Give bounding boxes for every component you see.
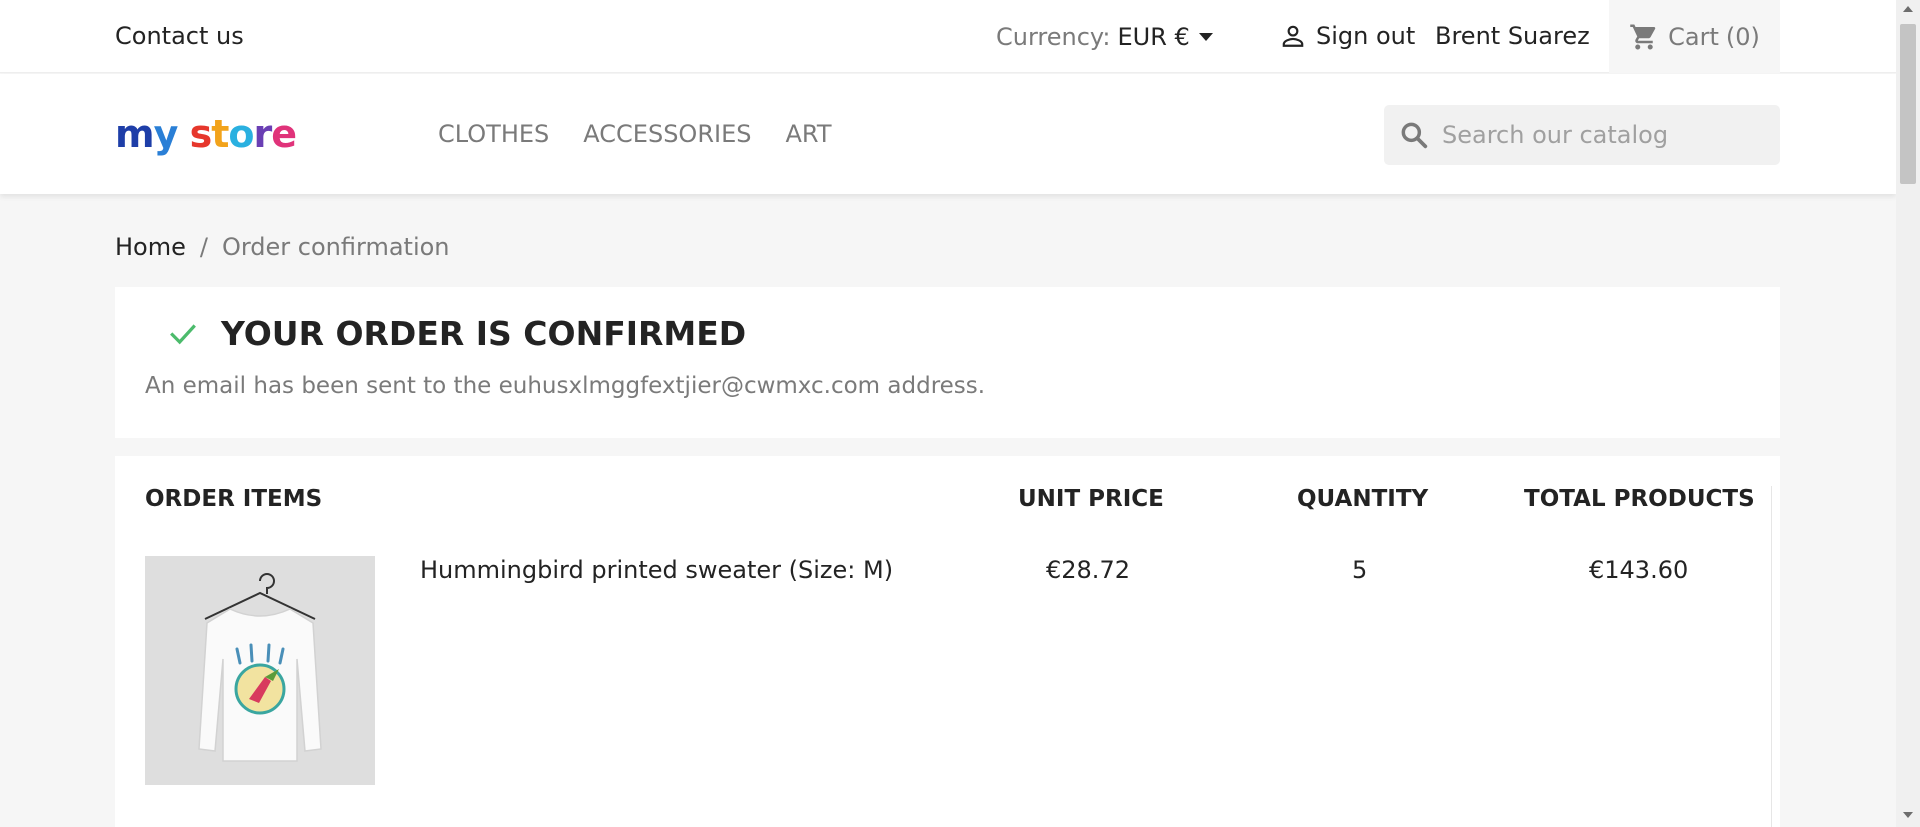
nav-item-accessories[interactable]: ACCESSORIES xyxy=(583,120,751,148)
search-input[interactable] xyxy=(1442,121,1762,149)
logo-letter: s xyxy=(189,112,213,156)
product-unit-price: €28.72 xyxy=(1046,556,1130,584)
top-bar: Contact us Currency: EUR € Sign out Bren… xyxy=(0,0,1896,73)
user-icon xyxy=(1282,25,1304,47)
nav-item-art[interactable]: ART xyxy=(785,120,831,148)
cart-button[interactable]: Cart (0) xyxy=(1609,0,1780,73)
confirmation-heading: YOUR ORDER IS CONFIRMED xyxy=(167,314,746,353)
scroll-up-icon[interactable] xyxy=(1903,6,1913,12)
column-header-unit-price: UNIT PRICE xyxy=(1018,486,1164,512)
column-header-quantity: QUANTITY xyxy=(1297,486,1429,512)
currency-label: Currency: xyxy=(996,23,1111,51)
sweater-icon xyxy=(198,572,322,762)
product-quantity: 5 xyxy=(1352,556,1368,584)
main-header: my store CLOTHES ACCESSORIES ART xyxy=(0,74,1896,194)
contact-us-link[interactable]: Contact us xyxy=(115,22,244,50)
logo-letter: y xyxy=(153,112,179,156)
scroll-thumb[interactable] xyxy=(1900,24,1916,184)
column-header-total: TOTAL PRODUCTS xyxy=(1524,486,1755,512)
sign-out-link[interactable]: Sign out xyxy=(1280,22,1415,50)
caret-down-icon xyxy=(1198,33,1213,41)
store-logo[interactable]: my store xyxy=(115,112,297,156)
search-icon[interactable] xyxy=(1398,119,1430,151)
product-name-link[interactable]: Hummingbird printed sweater (Size: M) xyxy=(420,556,893,584)
column-divider xyxy=(1771,486,1772,827)
logo-letter: o xyxy=(228,112,254,156)
scroll-down-icon[interactable] xyxy=(1903,812,1913,818)
cart-label: Cart xyxy=(1668,22,1719,51)
product-total: €143.60 xyxy=(1589,556,1689,584)
search-box xyxy=(1384,105,1780,165)
logo-letter: e xyxy=(271,112,297,156)
nav-item-clothes[interactable]: CLOTHES xyxy=(438,120,549,148)
order-items-card: ORDER ITEMS UNIT PRICE QUANTITY TOTAL PR… xyxy=(115,456,1780,827)
email-sent-message: An email has been sent to the euhusxlmgg… xyxy=(145,373,986,399)
page-title: YOUR ORDER IS CONFIRMED xyxy=(221,314,747,353)
check-icon xyxy=(170,323,196,344)
logo-letter: r xyxy=(253,112,273,156)
logo-letter xyxy=(177,112,189,156)
product-image[interactable] xyxy=(145,556,375,785)
logo-letter: t xyxy=(211,112,229,156)
cart-icon xyxy=(1630,24,1656,49)
breadcrumb-current: Order confirmation xyxy=(221,233,450,261)
order-confirmation-card: YOUR ORDER IS CONFIRMED An email has bee… xyxy=(115,287,1780,438)
breadcrumb-home[interactable]: Home xyxy=(115,233,186,261)
cart-count: (0) xyxy=(1725,22,1760,51)
logo-letter: m xyxy=(115,112,155,156)
account-name-link[interactable]: Brent Suarez xyxy=(1435,22,1590,50)
column-header-items: ORDER ITEMS xyxy=(145,486,323,512)
page-scrollbar[interactable] xyxy=(1896,0,1920,827)
breadcrumb-separator: / xyxy=(199,233,208,261)
sign-out-label: Sign out xyxy=(1316,22,1416,50)
currency-value: EUR € xyxy=(1117,23,1190,51)
breadcrumb: Home / Order confirmation xyxy=(115,233,450,261)
currency-selector[interactable]: Currency: EUR € xyxy=(996,23,1213,51)
main-nav: CLOTHES ACCESSORIES ART xyxy=(438,120,831,148)
